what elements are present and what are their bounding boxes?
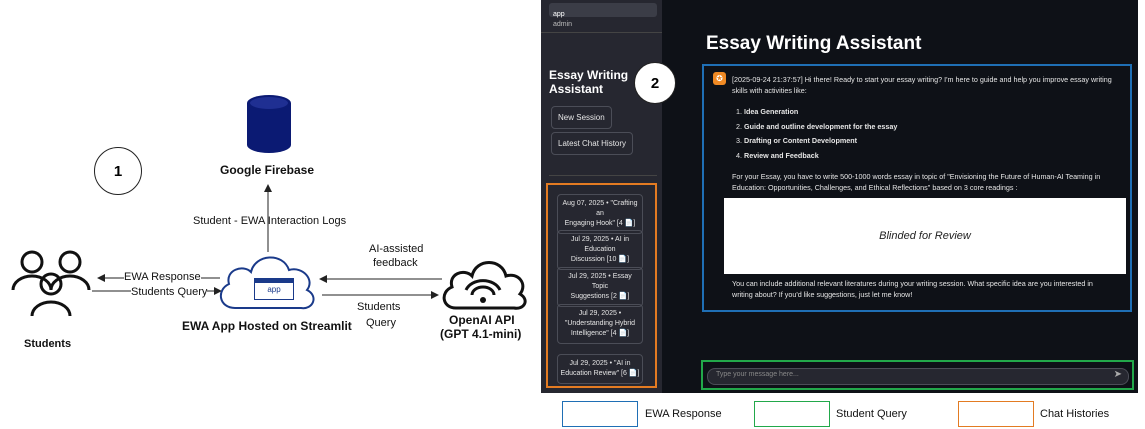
history-item-2[interactable]: Jul 29, 2025 • AI in Education Discussion… [557,230,643,270]
history-item-4[interactable]: Jul 29, 2025 • "Understanding Hybrid Intel… [557,304,643,344]
message-input[interactable]: Type your message here... ➤ [707,368,1129,385]
sidebar-divider [541,32,662,33]
firebase-label: Google Firebase [220,163,315,177]
message-input-placeholder: Type your message here... [716,371,799,378]
history-item-1[interactable]: Aug 07, 2025 • "Crafting an Engaging Hook… [557,194,643,234]
activity-item: 3. Drafting or Content Development [736,136,858,145]
activity-list: 1. Idea Generation 2. Guide and outline … [736,105,897,163]
query-to-api-label-2: Query [366,317,396,329]
app-window-icon: app [254,278,294,300]
greeting-message: [2025-09-24 21:37:57] Hi there! Ready to… [732,75,1112,95]
new-session-button[interactable]: New Session [551,106,612,129]
students-icon [11,250,91,317]
history-item-5[interactable]: Jul 29, 2025 • "AI in Education Review" [… [557,354,643,384]
openai-label-1: OpenAI API [449,313,515,327]
app-box-label: app [267,285,281,294]
essay-instructions: For your Essay, you have to write 500-10… [732,172,1101,192]
openai-cloud-icon [442,261,527,310]
send-icon[interactable]: ➤ [1114,369,1122,380]
activity-item: 2. Guide and outline development for the… [736,121,898,131]
history-item-3[interactable]: Jul 29, 2025 • Essay Topic Suggestions [2… [557,267,643,307]
latest-chat-history-button[interactable]: Latest Chat History [551,132,634,155]
query-to-api-label-1: Students [357,301,401,313]
sidebar-title: Essay Writing Assistant [549,68,629,96]
bot-avatar-icon: ✪ [713,72,726,85]
blinded-review-box: Blinded for Review [724,198,1126,274]
app-caption: EWA App Hosted on Streamlit [182,319,352,333]
nav-item-app[interactable]: app [549,3,657,18]
students-query-label: Students Query [131,286,208,298]
sidebar: app admin Essay Writing Assistant New Se… [541,0,662,393]
activity-item: 1. Idea Generation [736,107,799,116]
streamlit-screenshot: app admin Essay Writing Assistant New Se… [541,0,1138,393]
legend-swatch-student-query [754,401,830,427]
openai-label-2: (GPT 4.1-mini) [440,327,522,341]
legend-label-ewa-response: EWA Response [645,408,722,420]
closing-message: You can include additional relevant lite… [732,279,1093,299]
ewa-response-label: EWA Response [124,271,201,283]
ai-feedback-label-1: AI-assisted [369,243,424,255]
panel-number-2: 2 [634,62,676,104]
database-icon [247,95,291,153]
activity-item: 4. Review and Feedback [736,150,819,160]
students-label: Students [24,338,72,350]
legend-label-chat-histories: Chat Histories [1040,408,1110,420]
panel-number-1: 1 [94,147,142,195]
interaction-logs-label: Student - EWA Interaction Logs [193,215,347,227]
main-title: Essay Writing Assistant [706,33,922,54]
sidebar-divider-2 [549,175,657,176]
legend-swatch-ewa-response [562,401,638,427]
ai-feedback-label-2: feedback [373,257,418,269]
nav-item-admin[interactable]: admin [553,21,572,28]
legend-label-student-query: Student Query [836,408,907,420]
blinded-review-label: Blinded for Review [879,230,971,242]
legend-swatch-chat-histories [958,401,1034,427]
